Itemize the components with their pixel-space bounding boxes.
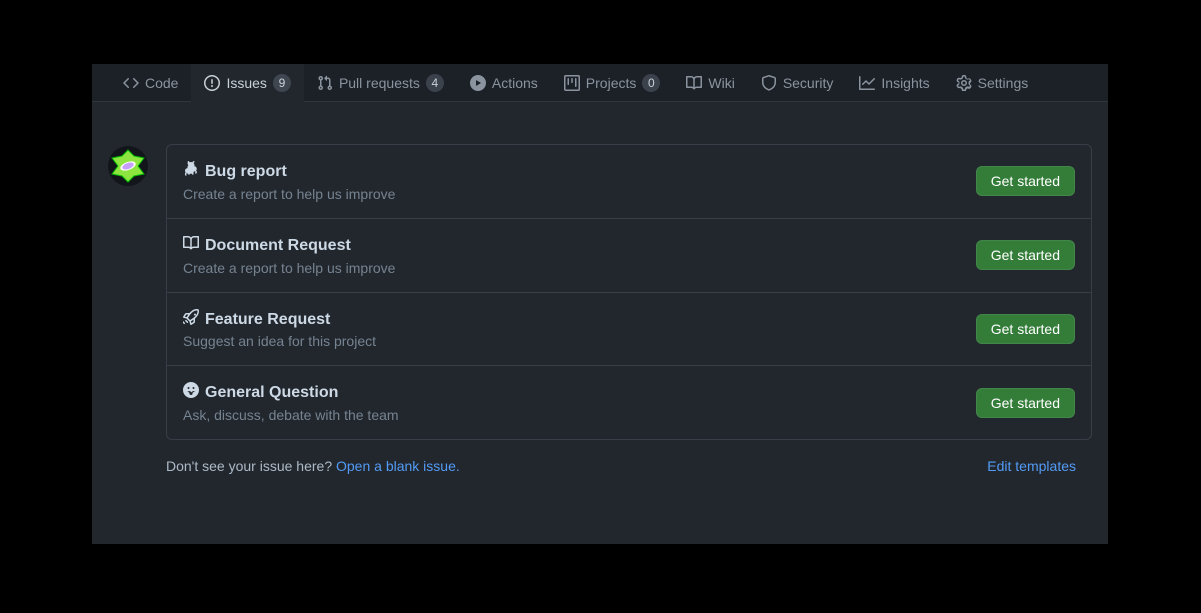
get-started-button[interactable]: Get started — [976, 388, 1075, 418]
gear-icon — [956, 75, 972, 91]
template-desc: Ask, discuss, debate with the team — [183, 407, 976, 423]
template-title: Bug report — [205, 162, 287, 183]
tab-insights[interactable]: Insights — [846, 64, 942, 102]
issues-counter: 9 — [273, 74, 291, 92]
rocket-icon — [183, 309, 199, 332]
tab-label: Security — [783, 75, 834, 91]
shield-icon — [761, 75, 777, 91]
code-icon — [123, 75, 139, 91]
book-icon — [686, 75, 702, 91]
get-started-button[interactable]: Get started — [976, 166, 1075, 196]
template-feature-request: Feature Request Suggest an idea for this… — [167, 293, 1091, 367]
graph-icon — [859, 75, 875, 91]
tab-security[interactable]: Security — [748, 64, 847, 102]
template-info: Bug report Create a report to help us im… — [183, 161, 976, 202]
template-desc: Create a report to help us improve — [183, 186, 976, 202]
template-info: General Question Ask, discuss, debate wi… — [183, 382, 976, 423]
tab-label: Pull requests — [339, 75, 420, 91]
tab-label: Settings — [978, 75, 1029, 91]
get-started-button[interactable]: Get started — [976, 240, 1075, 270]
open-blank-issue-link[interactable]: Open a blank issue. — [336, 458, 460, 474]
footer-text: Don't see your issue here? Open a blank … — [166, 458, 460, 474]
bug-icon — [183, 161, 199, 184]
template-list: Bug report Create a report to help us im… — [166, 144, 1092, 440]
tab-issues[interactable]: Issues 9 — [191, 64, 303, 102]
org-avatar[interactable] — [108, 146, 148, 186]
template-footer: Don't see your issue here? Open a blank … — [166, 440, 1092, 474]
tab-label: Wiki — [708, 75, 734, 91]
tab-wiki[interactable]: Wiki — [673, 64, 747, 102]
pulls-counter: 4 — [426, 74, 444, 92]
tab-pull-requests[interactable]: Pull requests 4 — [304, 64, 457, 102]
tab-label: Code — [145, 75, 178, 91]
tab-settings[interactable]: Settings — [943, 64, 1042, 102]
templates-wrapper: Bug report Create a report to help us im… — [166, 144, 1092, 474]
template-title: Feature Request — [205, 310, 330, 331]
tab-label: Projects — [586, 75, 637, 91]
template-document-request: Document Request Create a report to help… — [167, 219, 1091, 293]
repo-tabnav: Code Issues 9 Pull requests 4 Actions Pr… — [92, 64, 1108, 102]
template-info: Feature Request Suggest an idea for this… — [183, 309, 976, 350]
git-pull-request-icon — [317, 75, 333, 91]
tab-projects[interactable]: Projects 0 — [551, 64, 674, 102]
play-icon — [470, 75, 486, 91]
template-title: Document Request — [205, 236, 351, 257]
content-area: Bug report Create a report to help us im… — [92, 102, 1108, 544]
tab-label: Issues — [226, 75, 266, 91]
project-icon — [564, 75, 580, 91]
template-general-question: General Question Ask, discuss, debate wi… — [167, 366, 1091, 439]
smiley-icon — [183, 382, 199, 405]
projects-counter: 0 — [642, 74, 660, 92]
template-bug-report: Bug report Create a report to help us im… — [167, 145, 1091, 219]
tab-label: Actions — [492, 75, 538, 91]
template-title: General Question — [205, 383, 338, 404]
tab-label: Insights — [881, 75, 929, 91]
tab-actions[interactable]: Actions — [457, 64, 551, 102]
edit-templates-link[interactable]: Edit templates — [987, 458, 1076, 474]
template-desc: Suggest an idea for this project — [183, 333, 976, 349]
issue-opened-icon — [204, 75, 220, 91]
template-info: Document Request Create a report to help… — [183, 235, 976, 276]
book-icon — [183, 235, 199, 258]
repo-page: Code Issues 9 Pull requests 4 Actions Pr… — [92, 64, 1108, 544]
get-started-button[interactable]: Get started — [976, 314, 1075, 344]
tab-code[interactable]: Code — [110, 64, 191, 102]
template-desc: Create a report to help us improve — [183, 260, 976, 276]
